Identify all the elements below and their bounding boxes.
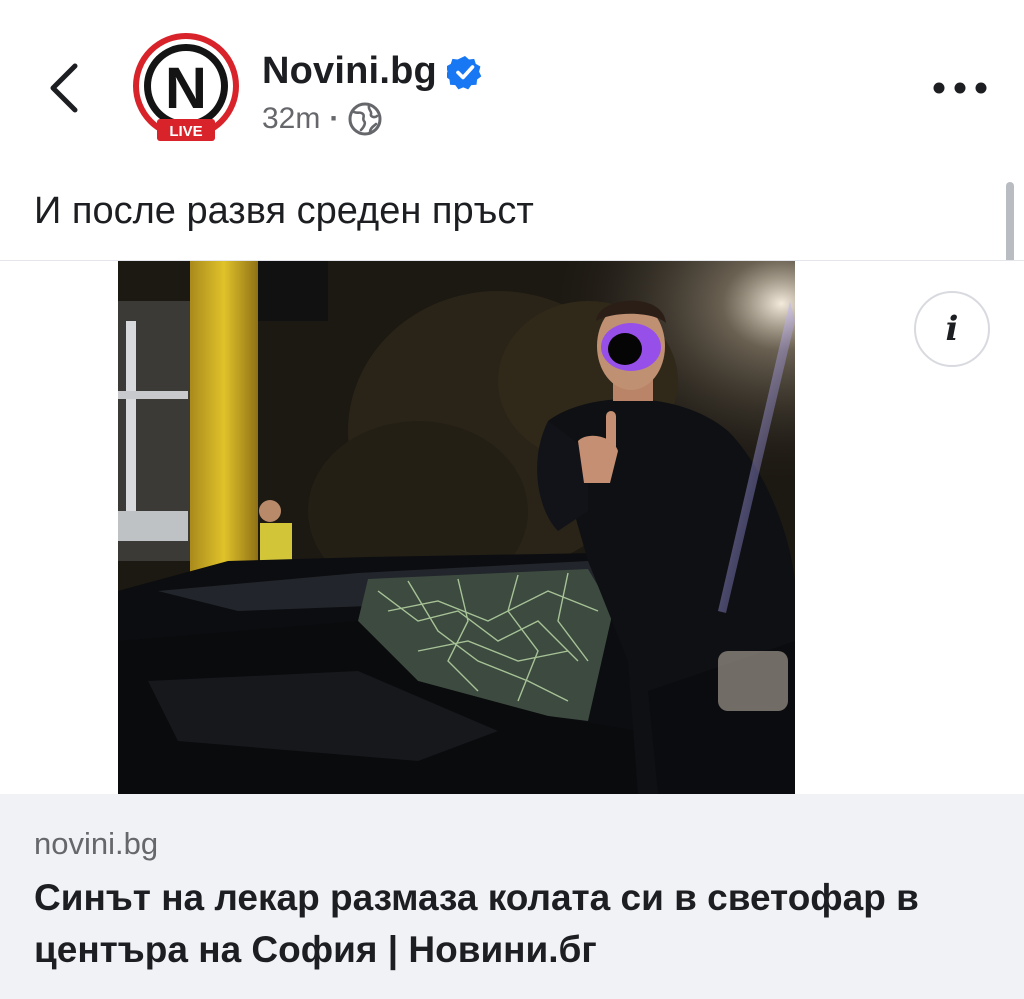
more-options-button[interactable] [928,70,992,106]
live-badge: LIVE [169,123,202,140]
post-photo[interactable] [118,261,795,794]
page-name[interactable]: Novini.bg [262,50,437,93]
post-media[interactable]: i [0,261,1024,794]
page-avatar[interactable]: N LIVE [131,33,241,143]
verified-badge-icon [446,55,482,89]
novini-logo: N LIVE [133,33,239,141]
back-button[interactable] [38,58,90,118]
page-name-row[interactable]: Novini.bg [262,50,483,93]
globe-icon [348,102,382,136]
post-header: N LIVE Novini.bg 32m · [0,0,1024,180]
post-meta: 32m · [262,102,382,136]
chevron-left-icon [50,63,78,113]
crash-photo [118,261,795,794]
info-button[interactable]: i [914,291,990,367]
avatar-letter: N [165,56,207,121]
link-domain: novini.bg [34,826,159,861]
more-horizontal-icon [933,82,987,94]
post-time[interactable]: 32m [262,102,320,136]
post-caption: И после развя среден пръст [34,190,534,232]
link-title[interactable]: Синът на лекар размаза колата си в свето… [34,872,994,976]
meta-separator: · [329,102,340,135]
